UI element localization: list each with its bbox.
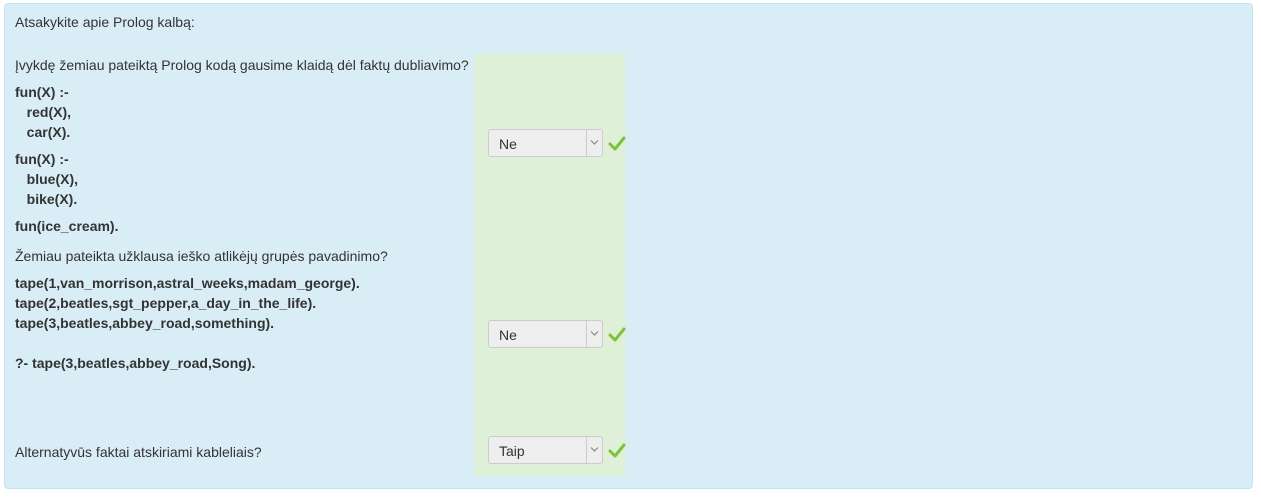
checkmark-icon [608,327,626,342]
question-3-answer-value: Taip [499,443,525,459]
question-2-answer-select[interactable]: Ne [488,320,603,348]
question-2-code-2: ?- tape(3,beatles,abbey_road,Song). [15,355,256,371]
question-1-answer-select[interactable]: Ne [488,129,603,157]
answer-column [474,54,625,476]
question-1-code-3: fun(ice_cream). [15,218,119,234]
question-1-code-2: fun(X) :- blue(X), bike(X). [15,151,78,207]
question-3-answer-select[interactable]: Taip [488,436,603,464]
question-3-text: Alternatyvūs faktai atskiriami kableliai… [15,444,262,460]
chevron-down-icon [586,321,602,347]
question-2-code-1: tape(1,van_morrison,astral_weeks,madam_g… [15,275,360,331]
checkmark-icon [608,136,626,151]
question-1-code-1: fun(X) :- red(X), car(X). [15,84,72,140]
chevron-down-icon [586,437,602,463]
checkmark-icon [608,443,626,458]
intro-text: Atsakykite apie Prolog kalbą: [15,14,195,30]
quiz-panel: Atsakykite apie Prolog kalbą: Įvykdę žem… [4,3,1253,489]
question-1-answer-value: Ne [499,136,517,152]
question-2-text: Žemiau pateikta užklausa ieško atlikėjų … [15,248,388,264]
question-2-answer-value: Ne [499,327,517,343]
chevron-down-icon [586,130,602,156]
question-1-text: Įvykdę žemiau pateiktą Prolog kodą gausi… [15,57,469,73]
